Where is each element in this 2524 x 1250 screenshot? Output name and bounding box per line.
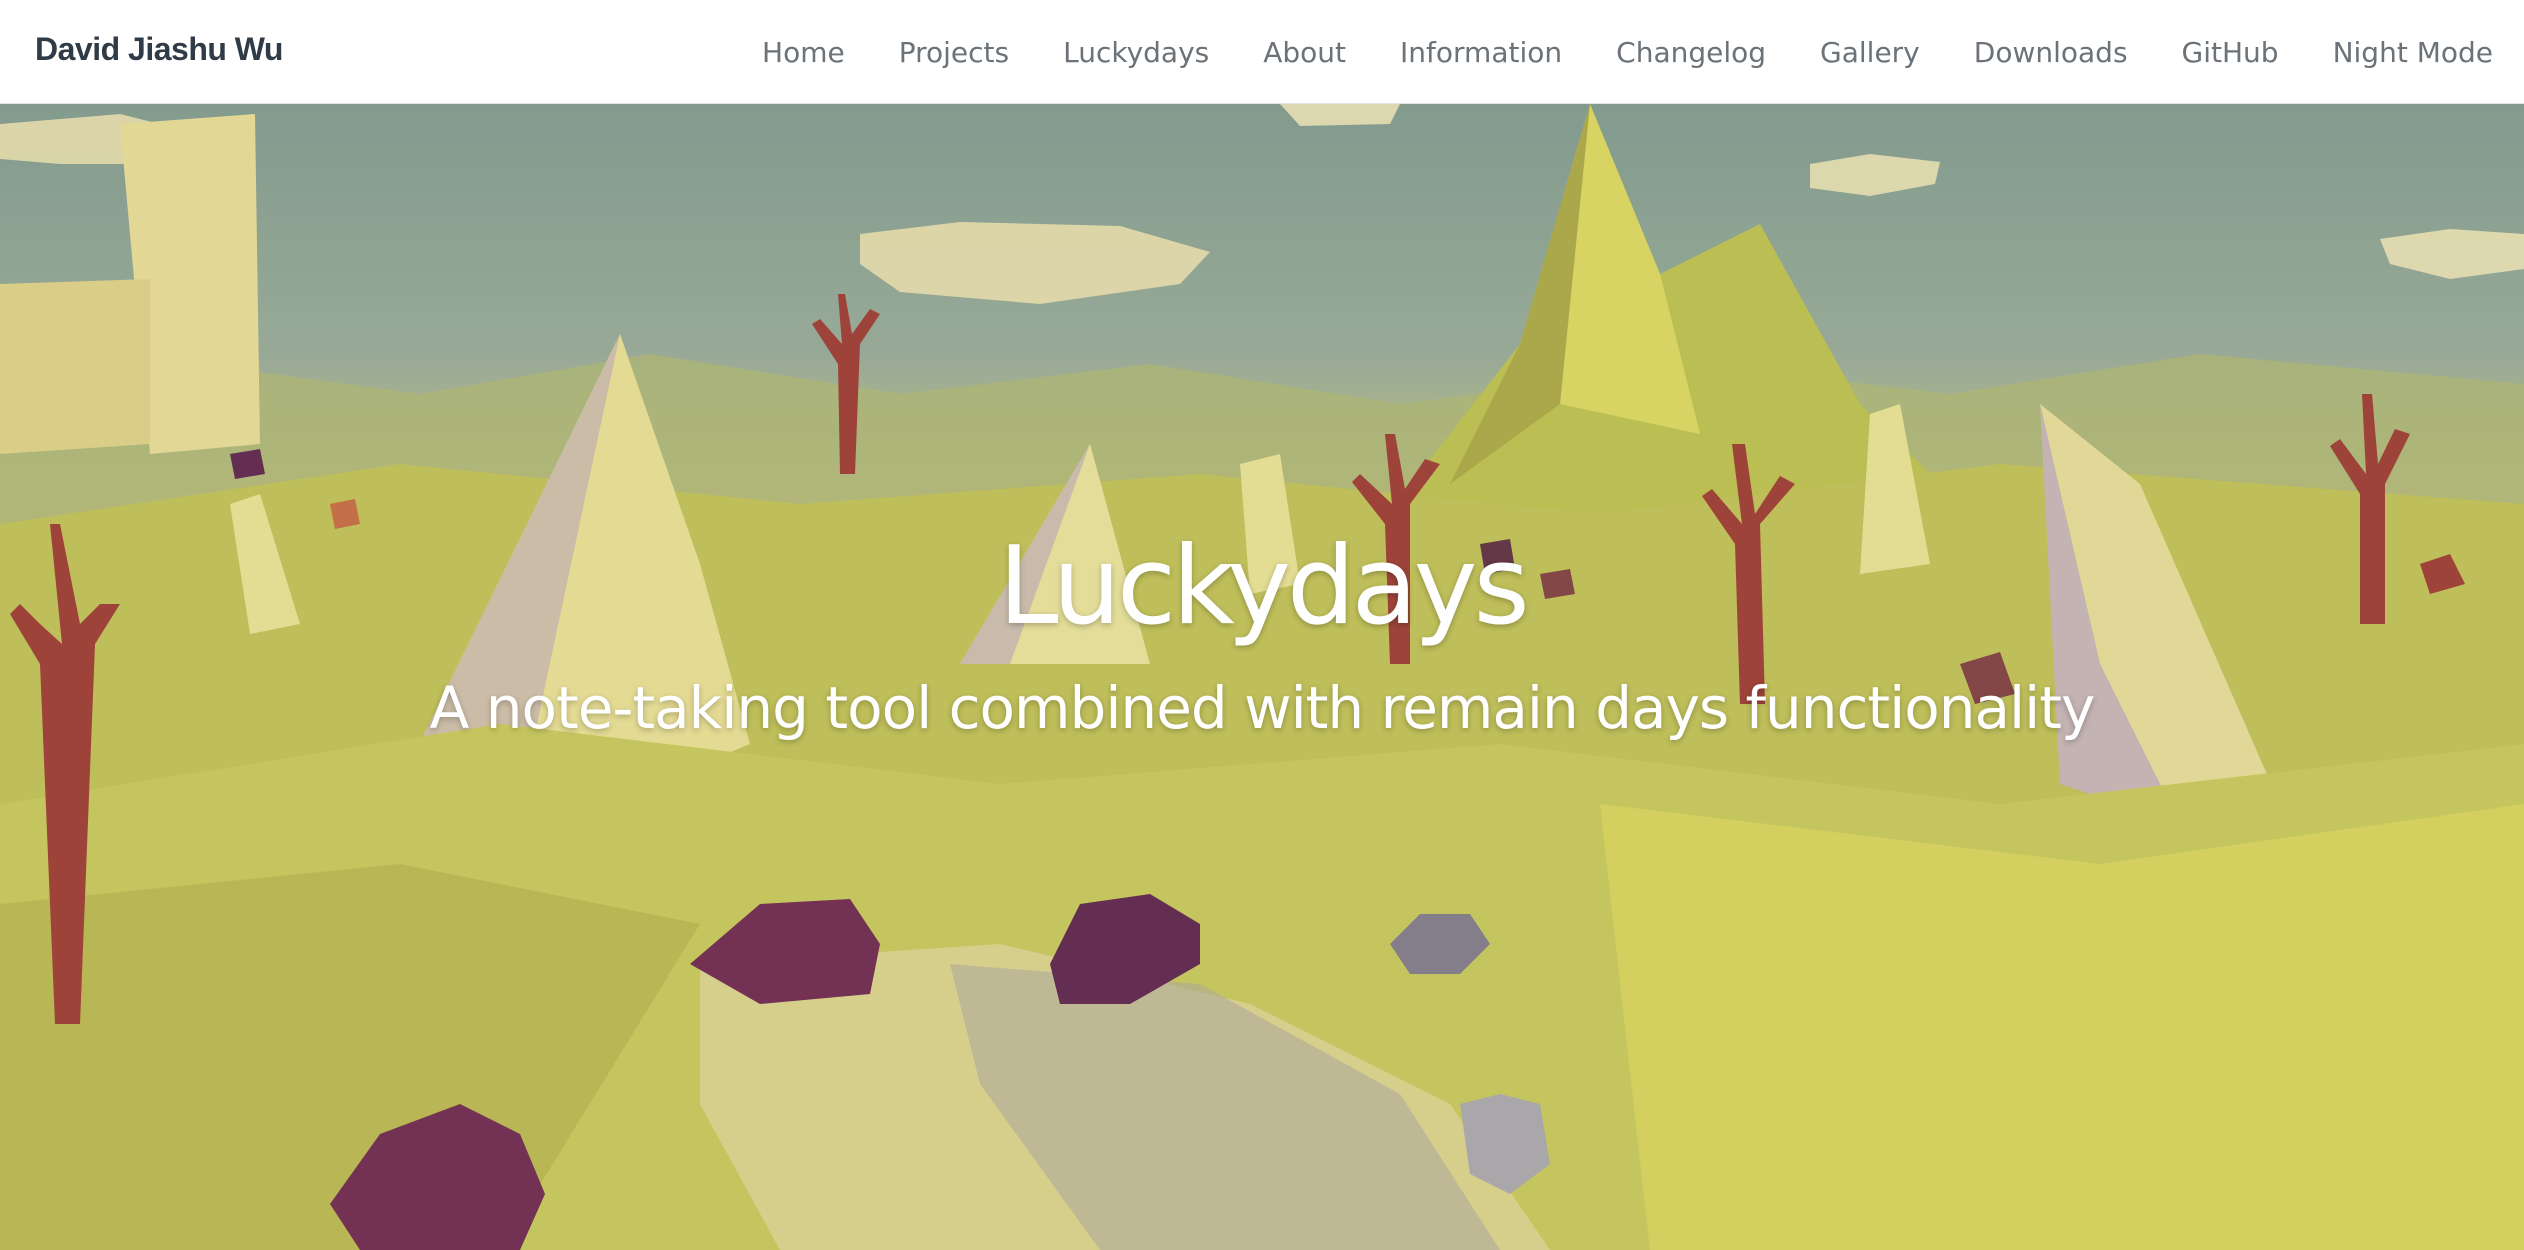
- nav-link-information[interactable]: Information: [1400, 36, 1562, 69]
- nav-link-night-mode[interactable]: Night Mode: [2333, 36, 2493, 69]
- nav-links: Home Projects Luckydays About Informatio…: [762, 0, 2493, 104]
- nav-link-projects[interactable]: Projects: [899, 36, 1009, 69]
- nav-link-gallery[interactable]: Gallery: [1820, 36, 1920, 69]
- nav-link-github[interactable]: GitHub: [2182, 36, 2279, 69]
- hero-section: Luckydays A note-taking tool combined wi…: [0, 104, 2524, 1250]
- top-navbar: David Jiashu Wu Home Projects Luckydays …: [0, 0, 2524, 104]
- nav-link-luckydays[interactable]: Luckydays: [1063, 36, 1209, 69]
- hero-title: Luckydays: [998, 524, 1530, 649]
- site-brand-link[interactable]: David Jiashu Wu: [35, 31, 283, 68]
- nav-link-home[interactable]: Home: [762, 36, 845, 69]
- nav-link-downloads[interactable]: Downloads: [1974, 36, 2128, 69]
- nav-link-changelog[interactable]: Changelog: [1616, 36, 1766, 69]
- hero-subtitle: A note-taking tool combined with remain …: [429, 674, 2096, 742]
- nav-link-about[interactable]: About: [1263, 36, 1346, 69]
